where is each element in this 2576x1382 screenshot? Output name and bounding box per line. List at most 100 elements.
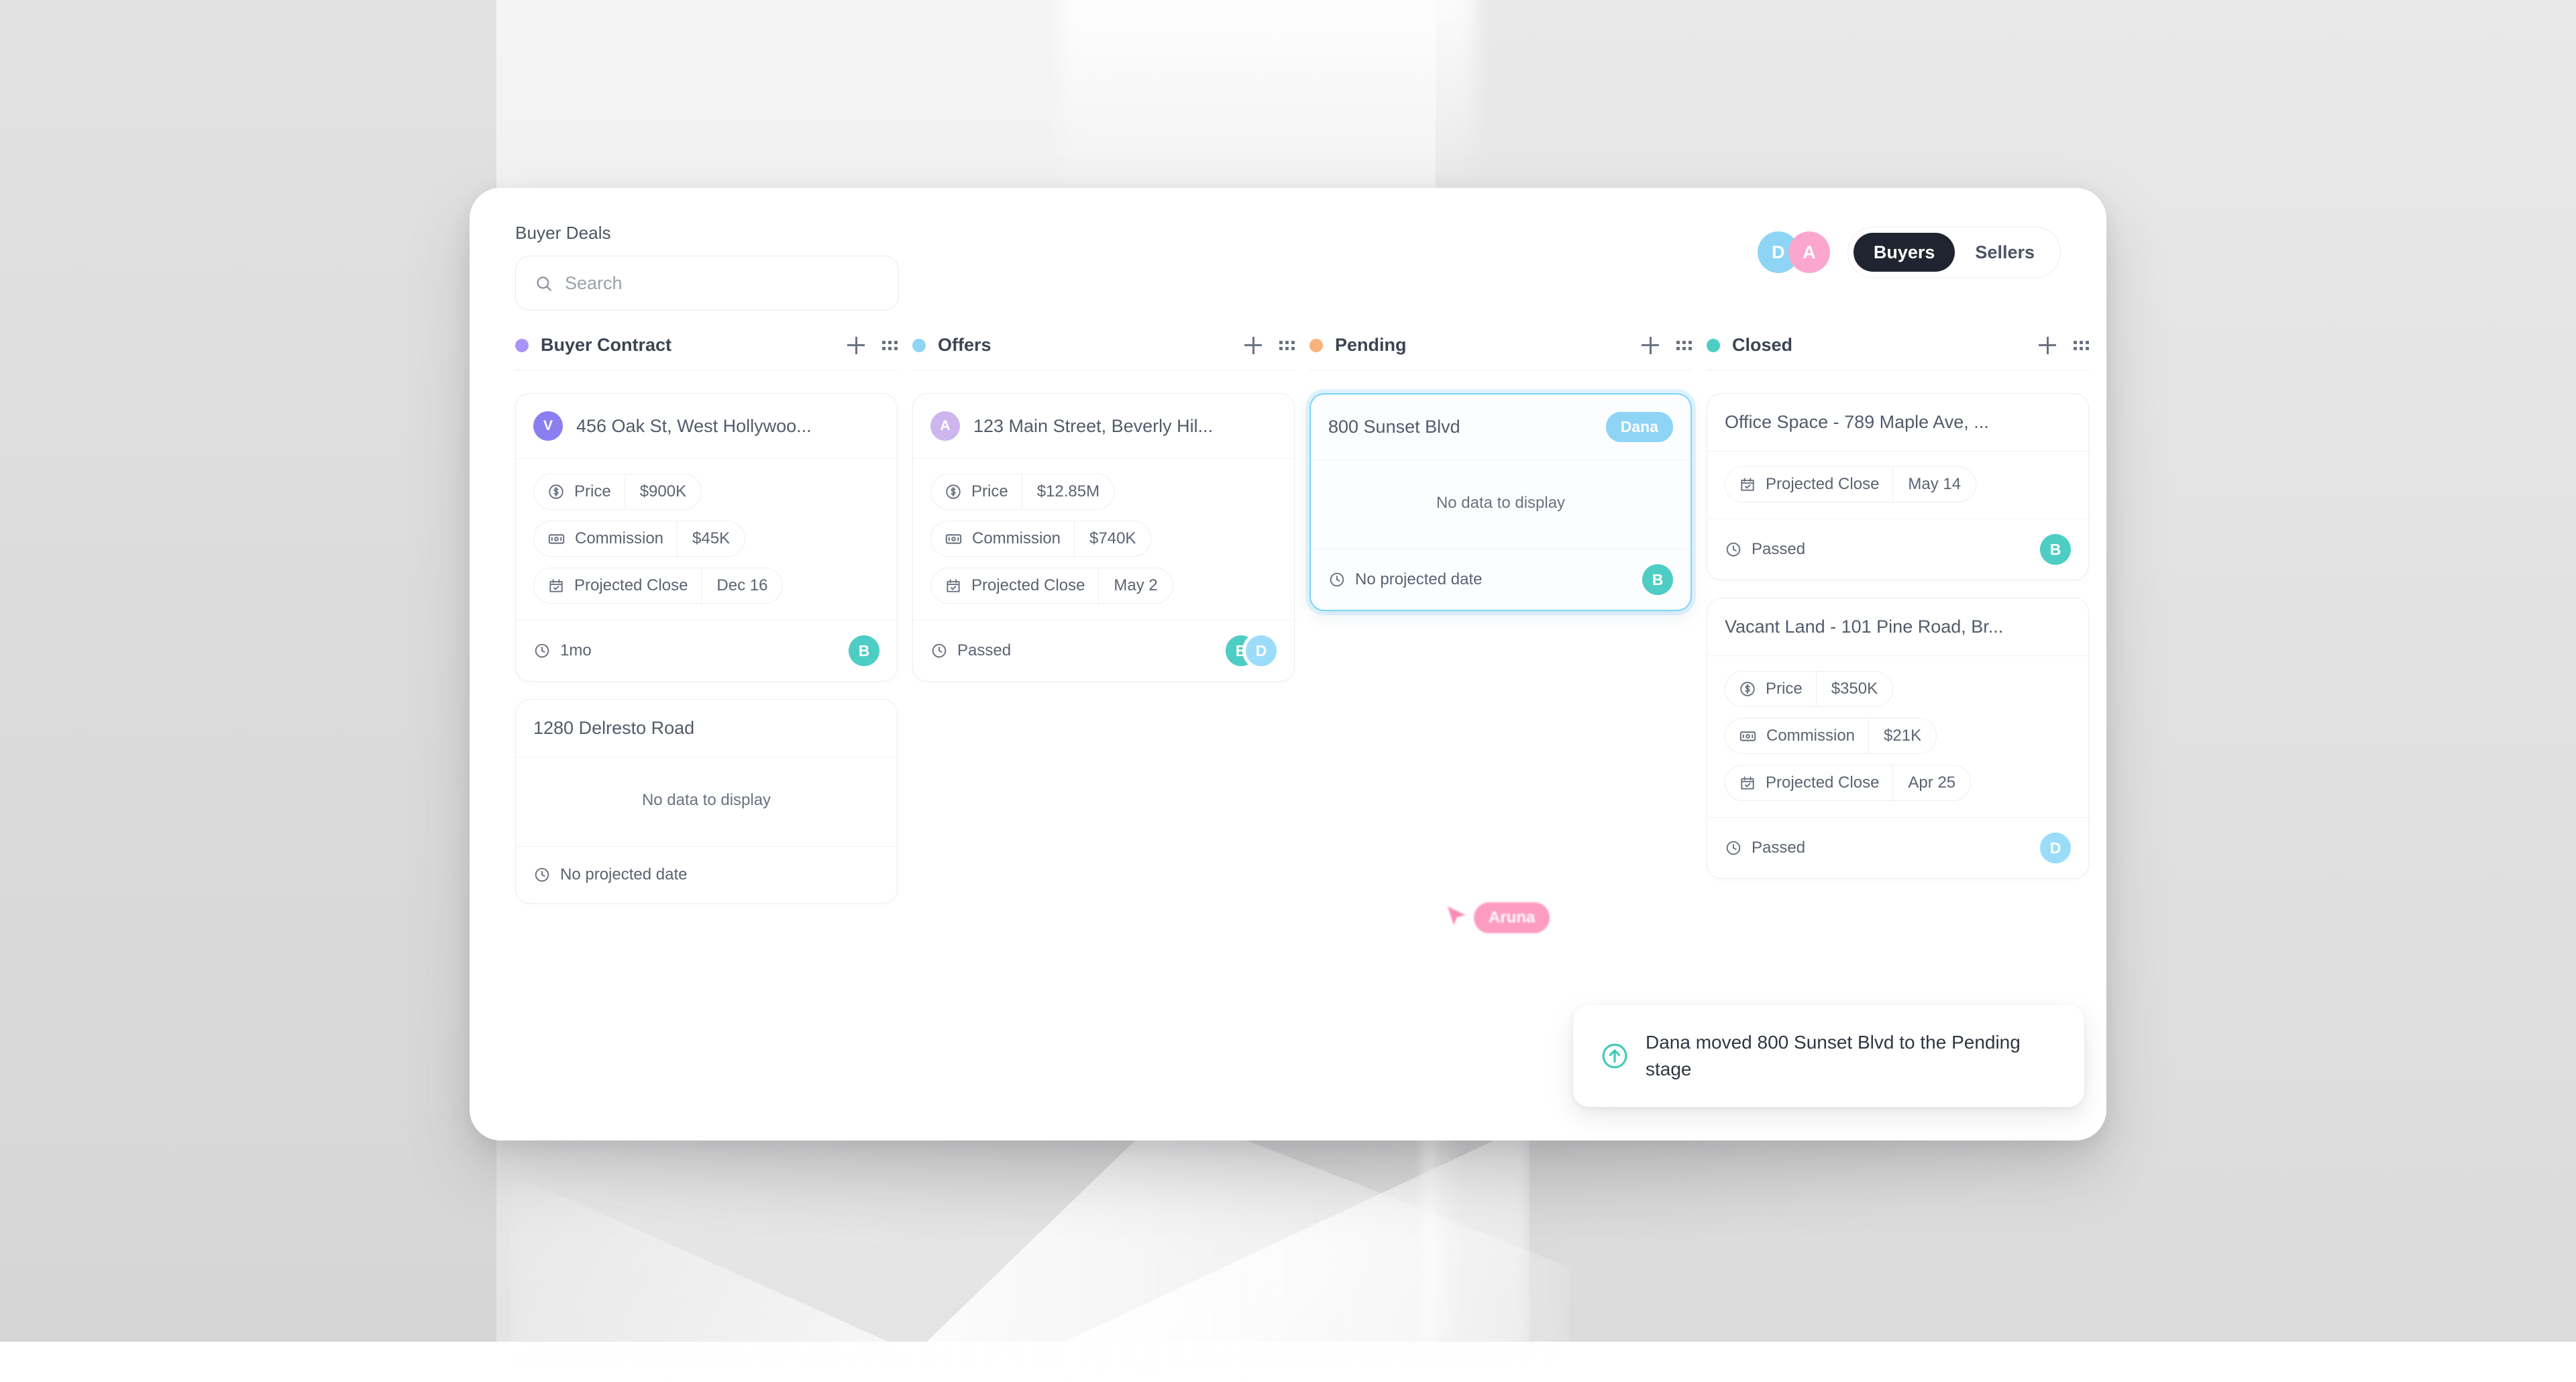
assignee-avatar[interactable]: D: [1246, 635, 1277, 666]
column-cards: V 456 Oak St, West Hollywoo... Price$900K C…: [515, 370, 898, 904]
deal-field[interactable]: Price $350K: [1725, 671, 1893, 707]
deal-field[interactable]: Projected Close Apr 25: [1725, 765, 1971, 801]
grid-dots-icon[interactable]: [1676, 341, 1692, 350]
deal-card[interactable]: 1280 Delresto Road No data to display No p…: [515, 699, 898, 904]
deal-field-value: Apr 25: [1893, 765, 1970, 800]
deal-field-label: Projected Close: [1725, 467, 1893, 502]
deal-card-body: Price$900K Commission$45K Projected Close D…: [516, 459, 897, 621]
clock-icon: [1725, 541, 1742, 558]
clock-icon: [930, 642, 948, 659]
dollar-circle-icon: [1739, 680, 1756, 698]
grid-dots-icon[interactable]: [2074, 341, 2089, 350]
deal-field-label: Projected Close: [931, 568, 1099, 603]
column-header: Offers: [912, 322, 1295, 370]
deal-field-value: $350K: [1817, 672, 1892, 706]
deal-field[interactable]: Commission$21K: [1725, 718, 1937, 754]
calendar-check-icon: [1739, 476, 1756, 493]
deal-timeline: 1mo: [533, 641, 849, 660]
deal-card-header: 800 Sunset Blvd Dana: [1311, 394, 1690, 460]
plus-icon[interactable]: [1244, 337, 1262, 354]
deal-field-label-text: Projected Close: [574, 576, 688, 595]
column-actions: [1244, 337, 1295, 354]
column-title: Buyer Contract: [541, 335, 847, 356]
assignee-avatar[interactable]: B: [849, 635, 879, 666]
avatar[interactable]: A: [1788, 231, 1830, 273]
deal-timeline: Passed: [1725, 540, 2040, 559]
deal-card[interactable]: Vacant Land - 101 Pine Road, Br... Price $…: [1707, 598, 2089, 879]
deal-title: 456 Oak St, West Hollywoo...: [576, 416, 879, 437]
search-input[interactable]: [565, 273, 879, 294]
column-header: Pending: [1309, 322, 1692, 370]
app-window: Buyer Deals D A Buyers Sellers Buyer Con…: [470, 188, 2106, 1140]
owner-chip: Dana: [1606, 412, 1673, 442]
deal-card-header: A123 Main Street, Beverly Hil...: [913, 394, 1294, 459]
tab-buyers[interactable]: Buyers: [1854, 233, 1955, 272]
deal-field[interactable]: Projected CloseMay 14: [1725, 466, 1976, 502]
kanban-column: Offers A123 Main Street, Beverly Hil... Pr…: [912, 322, 1295, 1140]
deal-card[interactable]: A123 Main Street, Beverly Hil... Price$12…: [912, 393, 1295, 682]
clock-icon: [533, 642, 551, 659]
deal-field[interactable]: Price$12.85M: [930, 474, 1115, 510]
assignee-avatar[interactable]: B: [1642, 564, 1673, 595]
deal-field-label-text: Projected Close: [971, 576, 1085, 595]
deal-title: 800 Sunset Blvd: [1328, 417, 1593, 437]
deal-avatar[interactable]: A: [930, 411, 960, 441]
background-light-top: [1060, 0, 1476, 201]
deal-avatar[interactable]: V: [533, 411, 563, 441]
plus-icon[interactable]: [847, 337, 865, 354]
deal-card-header: 1280 Delresto Road: [516, 700, 897, 757]
avatar-stack[interactable]: D A: [1758, 231, 1830, 273]
deal-field[interactable]: Price$900K: [533, 474, 702, 510]
deal-field[interactable]: Projected Close Dec 16: [533, 568, 783, 604]
empty-state-text: No data to display: [1328, 475, 1673, 533]
deal-timeline-text: No projected date: [1355, 570, 1482, 589]
deal-field-label-text: Projected Close: [1766, 475, 1879, 494]
deal-field[interactable]: Commission$45K: [533, 521, 745, 557]
plus-icon[interactable]: [2039, 337, 2056, 354]
deal-card[interactable]: 800 Sunset Blvd Dana No data to display No …: [1309, 393, 1692, 611]
plus-icon[interactable]: [1642, 337, 1659, 354]
deal-card[interactable]: Office Space - 789 Maple Ave, ... Project…: [1707, 393, 2089, 580]
column-status-dot: [1309, 339, 1323, 352]
deal-assignees[interactable]: B: [849, 635, 879, 666]
tab-sellers[interactable]: Sellers: [1955, 233, 2055, 272]
deal-field[interactable]: Projected Close May 2: [930, 568, 1173, 604]
deal-field-label-text: Commission: [972, 529, 1061, 548]
grid-dots-icon[interactable]: [882, 341, 898, 350]
deal-field-label: Projected Close: [534, 568, 702, 603]
deal-timeline-text: No projected date: [560, 865, 687, 884]
deal-field[interactable]: Commission$740K: [930, 521, 1151, 557]
clock-icon: [1328, 571, 1346, 588]
search-box[interactable]: [515, 256, 899, 311]
deal-card[interactable]: V 456 Oak St, West Hollywoo... Price$900K C…: [515, 393, 898, 682]
deal-field-value: May 2: [1099, 568, 1172, 603]
deal-assignees[interactable]: B: [1642, 564, 1673, 595]
deal-field-label-text: Projected Close: [1766, 774, 1879, 792]
deal-assignees[interactable]: B: [2040, 534, 2071, 565]
empty-state-text: No data to display: [533, 772, 879, 830]
deal-field-label-text: Price: [574, 482, 611, 501]
column-actions: [847, 337, 898, 354]
deal-title: Office Space - 789 Maple Ave, ...: [1725, 412, 2071, 433]
calendar-check-icon: [945, 577, 962, 594]
calendar-check-icon: [1739, 774, 1756, 792]
column-cards: 800 Sunset Blvd Dana No data to display No …: [1309, 370, 1692, 611]
deal-assignees[interactable]: BD: [1226, 635, 1277, 666]
kanban-column: Buyer Contract V 456 Oak St, West Hollywoo…: [515, 322, 898, 1140]
deal-card-header: Vacant Land - 101 Pine Road, Br...: [1707, 598, 2088, 656]
deal-field-label-text: Price: [1766, 680, 1803, 698]
assignee-avatar[interactable]: D: [2040, 833, 2071, 863]
dollar-circle-icon: [547, 483, 565, 500]
deal-assignees[interactable]: D: [2040, 833, 2071, 863]
deal-timeline: No projected date: [1328, 570, 1642, 589]
deal-field-label-text: Price: [971, 482, 1008, 501]
assignee-avatar[interactable]: B: [2040, 534, 2071, 565]
deal-field-label: Commission: [931, 521, 1075, 556]
deal-card-body: Projected CloseMay 14: [1707, 451, 2088, 519]
dollar-circle-icon: [945, 483, 962, 500]
background-band-left: [0, 0, 496, 1342]
search-icon: [535, 274, 553, 293]
toast-notification[interactable]: Dana moved 800 Sunset Blvd to the Pendin…: [1573, 1005, 2084, 1107]
grid-dots-icon[interactable]: [1279, 341, 1295, 350]
deal-field-value: Dec 16: [702, 568, 782, 603]
